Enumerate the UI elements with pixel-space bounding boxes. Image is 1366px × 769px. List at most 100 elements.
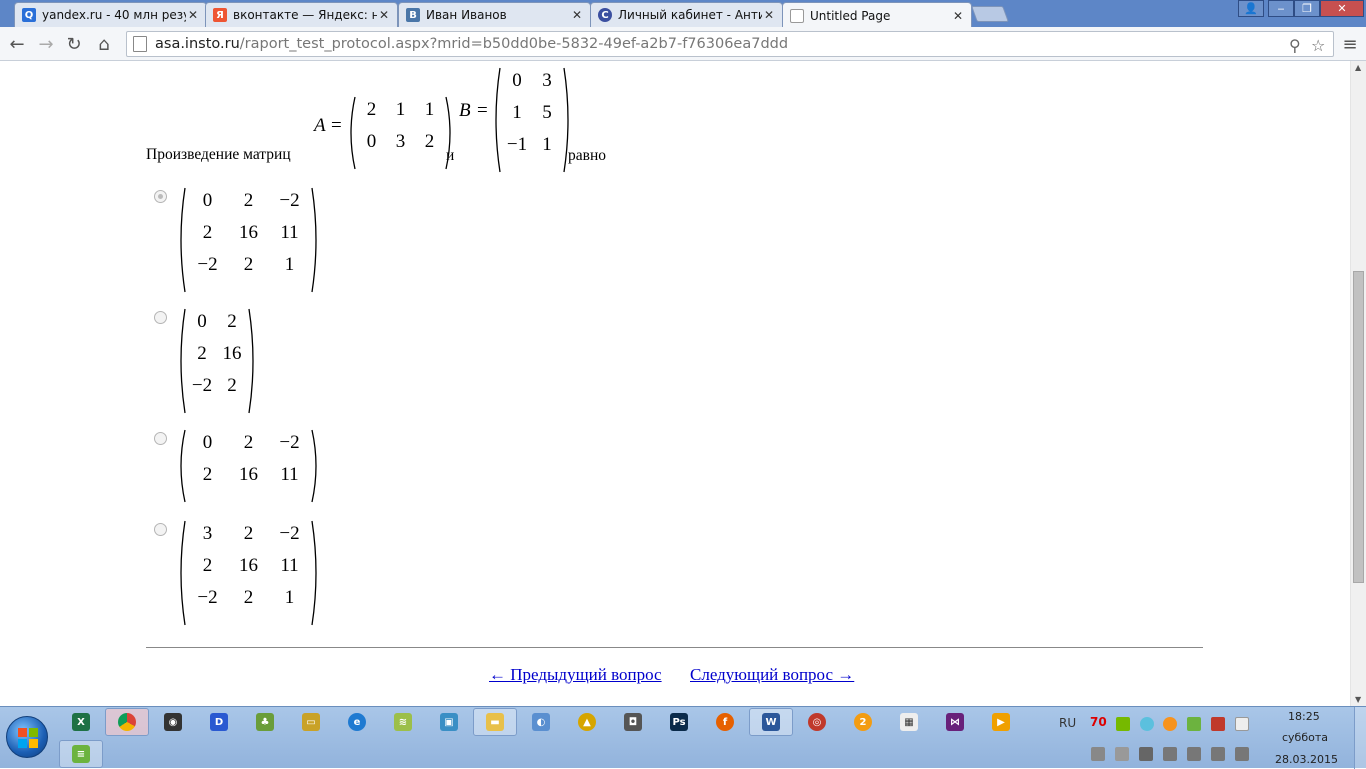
network-sharing-icon[interactable] [1211, 717, 1225, 731]
visual-studio-icon[interactable]: ⋈ [946, 713, 964, 731]
right-parenthesis [311, 187, 317, 293]
matrix-cell: 0 [366, 131, 377, 152]
vertical-scrollbar[interactable]: ▲ ▼ [1350, 61, 1366, 706]
bookmark-star-icon[interactable]: ☆ [1311, 36, 1325, 55]
reload-button[interactable]: ↻ [62, 32, 86, 56]
tab-ivan-ivanov[interactable]: B Иван Иванов ✕ [398, 2, 591, 27]
matrix-cell: 2 [243, 432, 254, 453]
internet-explorer-icon[interactable]: e [348, 713, 366, 731]
scroll-down-arrow-icon[interactable]: ▼ [1355, 695, 1361, 704]
matrix-cell: 2 [366, 99, 377, 120]
answer-option-2-matrix: 0 2 2 16 −2 2 [177, 307, 257, 415]
card-app-icon[interactable]: ▭ [302, 713, 320, 731]
zoom-icon[interactable]: ⚲ [1289, 36, 1301, 55]
clock-date[interactable]: 28.03.2015 [1275, 753, 1338, 766]
flag-icon[interactable] [1163, 747, 1177, 761]
right-parenthesis [311, 429, 317, 503]
answer-option-2-radio[interactable] [154, 311, 167, 324]
address-bar[interactable]: asa.insto.ru/raport_test_protocol.aspx?m… [126, 31, 1334, 57]
vk-icon: B [406, 8, 420, 22]
close-icon[interactable]: ✕ [377, 8, 391, 22]
battery-icon[interactable] [1211, 747, 1225, 761]
menu-icon[interactable]: ≡ [1338, 32, 1362, 56]
new-tab-button[interactable] [971, 6, 1009, 22]
pen-icon[interactable] [1091, 747, 1105, 761]
speaker-small-icon[interactable] [1115, 747, 1129, 761]
matrix-cell: −2 [191, 375, 213, 396]
matrix-cell: 0 [512, 70, 522, 91]
photoshop-icon[interactable]: Ps [670, 713, 688, 731]
triangle-app-icon[interactable]: ▲ [578, 713, 596, 731]
restore-button[interactable]: ❐ [1294, 0, 1320, 17]
matrix-cell: −1 [506, 134, 528, 155]
matrix-cell: 1 [424, 99, 435, 120]
qip-icon[interactable]: 2 [854, 713, 872, 731]
minimize-button[interactable]: ‒ [1268, 0, 1294, 17]
close-icon[interactable]: ✕ [570, 8, 584, 22]
tab-yandex-vk[interactable]: Я вконтакте — Яндекс: наш ✕ [205, 2, 398, 27]
matrix-cell: 2 [197, 343, 207, 364]
start-button[interactable] [6, 716, 48, 758]
matrix-cell: 3 [542, 70, 552, 91]
close-window-button[interactable]: ✕ [1320, 0, 1364, 17]
volume-icon[interactable] [1187, 747, 1201, 761]
user-icon[interactable]: 👤 [1238, 0, 1264, 17]
answer-option-4-radio[interactable] [154, 523, 167, 536]
matrix-cell: 11 [280, 222, 299, 243]
monitor-icon[interactable] [1139, 747, 1153, 761]
question-suffix: равно [568, 147, 606, 164]
taskbar: X ◉ D ♣ ▭ e ≋ ▣ ▬ ◐ ▲ ◘ Ps f W ◎ 2 ▦ ⋈ ▶… [0, 706, 1366, 769]
show-desktop-button[interactable] [1354, 707, 1366, 769]
close-icon[interactable]: ✕ [951, 9, 965, 23]
answer-option-3-matrix: 0 2 −2 2 16 11 [177, 428, 320, 504]
tab-yandex-search[interactable]: Q yandex.ru - 40 млн резуль ✕ [14, 2, 207, 27]
burner-app-icon[interactable]: ◎ [808, 713, 826, 731]
scrollbar-thumb[interactable] [1353, 271, 1364, 583]
answer-option-3-radio[interactable] [154, 432, 167, 445]
answer-option-1-matrix: 0 2 −2 2 16 11 −2 2 1 [177, 186, 320, 294]
media-player-icon[interactable]: ◉ [164, 713, 182, 731]
next-question-link[interactable]: Следующий вопрос → [690, 665, 854, 685]
matrix-cell: 1 [395, 99, 406, 120]
signal-icon[interactable] [1235, 747, 1249, 761]
back-button[interactable]: ← [5, 32, 29, 56]
network-app-icon[interactable]: ♣ [256, 713, 274, 731]
tab-personal-cabinet[interactable]: C Личный кабинет - Антип ✕ [590, 2, 783, 27]
matrix-cell: 3 [395, 131, 406, 152]
close-icon[interactable]: ✕ [762, 8, 776, 22]
matrix-a-label: A [314, 115, 326, 136]
scroll-up-arrow-icon[interactable]: ▲ [1355, 63, 1361, 72]
firefox-icon[interactable]: f [716, 713, 734, 731]
home-icon[interactable]: ⌂ [92, 32, 116, 56]
answer-option-1-radio[interactable] [154, 190, 167, 203]
clock-day[interactable]: суббота [1282, 731, 1328, 744]
tab-title: Untitled Page [810, 8, 891, 23]
clock-time[interactable]: 18:25 [1288, 710, 1320, 723]
matrix-cell: 2 [243, 190, 254, 211]
nvidia-icon[interactable] [1116, 717, 1130, 731]
matrix-cell: 2 [424, 131, 435, 152]
camera-icon[interactable]: ◘ [624, 713, 642, 731]
matrix-cell: −2 [279, 523, 300, 544]
stack-icon[interactable] [1187, 717, 1201, 731]
matrix-cell: 2 [227, 311, 237, 332]
language-indicator[interactable]: RU [1059, 716, 1076, 730]
forward-button[interactable]: → [34, 32, 58, 56]
matrix-cell: 2 [202, 464, 213, 485]
video-player-icon[interactable]: ▶ [992, 713, 1010, 731]
calculator-icon[interactable]: ▦ [900, 713, 918, 731]
audio-app-icon[interactable]: ◐ [532, 713, 550, 731]
previous-question-link[interactable]: ← Предыдущий вопрос [489, 665, 662, 685]
temperature-indicator[interactable]: 70 [1090, 715, 1107, 729]
sun-icon[interactable] [1140, 717, 1154, 731]
matrix-cell: −2 [279, 432, 300, 453]
wifi-app-icon[interactable]: ≋ [394, 713, 412, 731]
browser-toolbar: ← → ↻ ⌂ asa.insto.ru/raport_test_protoco… [0, 27, 1366, 61]
close-icon[interactable]: ✕ [186, 8, 200, 22]
d-app-icon[interactable]: D [210, 713, 228, 731]
odnoklassniki-icon[interactable] [1163, 717, 1177, 731]
image-viewer-icon[interactable]: ▣ [440, 713, 458, 731]
excel-icon[interactable]: X [72, 713, 90, 731]
tab-untitled-page[interactable]: Untitled Page ✕ [782, 2, 972, 28]
document-icon[interactable] [1235, 717, 1249, 731]
